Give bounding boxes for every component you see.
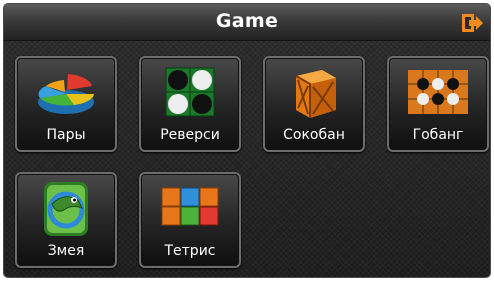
game-label: Гобанг bbox=[412, 127, 464, 143]
reversi-board-icon bbox=[165, 67, 215, 117]
game-tile-sokoban[interactable]: Сокобан bbox=[263, 56, 365, 152]
game-tile-snake[interactable]: Змея bbox=[15, 172, 117, 268]
game-label: Змея bbox=[47, 243, 85, 259]
crate-icon bbox=[295, 70, 336, 118]
tetris-blocks-icon bbox=[161, 187, 219, 226]
snake-icon bbox=[44, 182, 88, 236]
gobang-board-icon bbox=[408, 70, 468, 114]
game-tile-gobang[interactable]: Гобанг bbox=[387, 56, 489, 152]
pie-chart-icon bbox=[38, 74, 94, 114]
game-label: Реверси bbox=[160, 127, 220, 143]
exit-button[interactable] bbox=[460, 12, 484, 34]
game-menu-screen: Game Пары Реверси Сокобан Гобанг Змея Те… bbox=[4, 4, 490, 277]
page-title: Game bbox=[215, 10, 279, 32]
game-label: Тетрис bbox=[164, 243, 216, 259]
game-tile-reversi[interactable]: Реверси bbox=[139, 56, 241, 152]
title-bar: Game bbox=[4, 4, 490, 41]
game-label: Сокобан bbox=[283, 127, 345, 143]
game-tile-pairs[interactable]: Пары bbox=[15, 56, 117, 152]
exit-icon bbox=[462, 14, 483, 32]
game-label: Пары bbox=[46, 127, 86, 143]
game-tile-tetris[interactable]: Тетрис bbox=[139, 172, 241, 268]
